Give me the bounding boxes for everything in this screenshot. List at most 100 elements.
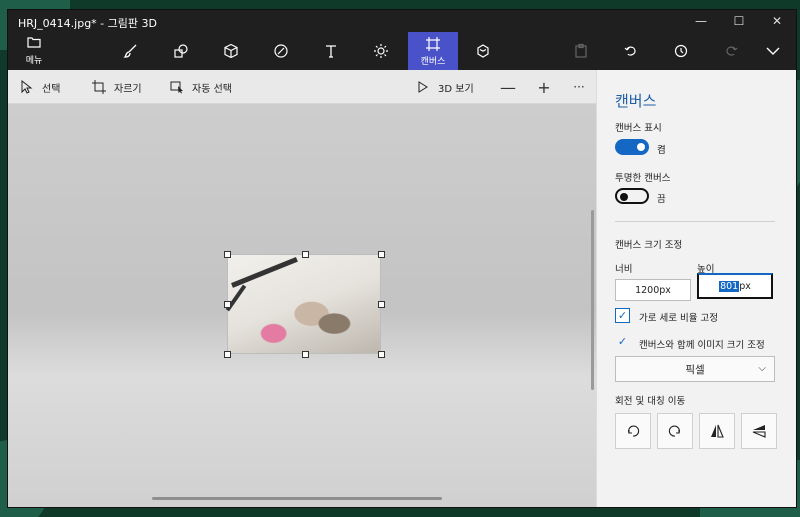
lock-aspect-checkbox[interactable]: ✓	[615, 308, 630, 323]
transparent-canvas-toggle[interactable]	[615, 188, 649, 204]
tool-effects[interactable]	[356, 32, 406, 70]
transparent-canvas-label: 투명한 캔버스	[615, 173, 671, 184]
zoom-in-button[interactable]: +	[530, 70, 558, 104]
window-controls: — ☐ ✕	[682, 10, 796, 32]
select-tool[interactable]: 선택	[20, 70, 60, 104]
resize-handle-w[interactable]	[224, 301, 231, 308]
chevron-down-icon: ⌵	[758, 363, 766, 374]
tool-3d-shapes[interactable]	[206, 32, 256, 70]
resize-handle-nw[interactable]	[224, 251, 231, 258]
toggle-knob	[620, 193, 628, 201]
view-3d-toggle[interactable]: 3D 보기	[416, 70, 474, 104]
tool-canvas[interactable]: 캔버스	[408, 32, 458, 70]
width-value: 1200	[635, 284, 660, 296]
history-icon	[674, 44, 688, 58]
resize-handle-se[interactable]	[378, 351, 385, 358]
redo-icon	[726, 46, 738, 56]
height-input[interactable]: 801 px	[697, 273, 773, 299]
resize-handle-ne[interactable]	[378, 251, 385, 258]
rotate-flip-label: 회전 및 대칭 이동	[615, 396, 686, 407]
height-value: 801	[719, 280, 740, 292]
horizontal-scrollbar[interactable]	[152, 497, 442, 500]
vertical-scrollbar[interactable]	[591, 210, 594, 390]
crop-label: 자르기	[114, 83, 142, 95]
3d-library-icon	[477, 44, 489, 58]
expand-toolbar-button[interactable]	[748, 32, 798, 70]
canvas-icon	[426, 36, 440, 51]
effects-sun-icon	[374, 44, 388, 58]
show-canvas-state: 켬	[657, 145, 666, 156]
folder-icon	[27, 37, 41, 48]
rotate-right-button[interactable]	[657, 413, 693, 449]
height-unit: px	[739, 280, 751, 292]
rotate-left-icon	[628, 425, 640, 437]
resize-image-label: 캔버스와 함께 이미지 크기 조정	[639, 340, 765, 351]
zoom-out-button[interactable]: —	[494, 70, 522, 104]
show-canvas-label: 캔버스 표시	[615, 123, 662, 134]
view-3d-label: 3D 보기	[438, 83, 474, 95]
flip-vertical-button[interactable]	[741, 413, 777, 449]
show-canvas-toggle[interactable]	[615, 139, 649, 155]
unit-select-value: 픽셀	[685, 363, 705, 376]
flip-vertical-icon	[752, 425, 766, 438]
resize-handle-s[interactable]	[302, 351, 309, 358]
resize-handle-sw[interactable]	[224, 351, 231, 358]
tool-canvas-label: 캔버스	[420, 56, 446, 67]
canvas-subbar: 선택 자르기 자동 선택 3D 보기 — + ···	[8, 70, 596, 104]
minimize-button[interactable]: —	[682, 10, 720, 32]
resize-canvas-label: 캔버스 크기 조정	[615, 240, 683, 251]
tool-2d-shapes[interactable]	[156, 32, 206, 70]
width-unit: px	[659, 284, 671, 296]
canvas-side-panel: 캔버스 캔버스 표시 켬 투명한 캔버스 끔 캔버스 크기 조정 너비 높이 1…	[596, 70, 796, 507]
magic-select-tool[interactable]: 자동 선택	[170, 70, 232, 104]
toggle-knob	[637, 143, 645, 151]
cursor-icon	[21, 80, 33, 94]
tool-text[interactable]	[306, 32, 356, 70]
3d-cube-icon	[224, 43, 238, 59]
tool-3d-library[interactable]	[458, 32, 508, 70]
tool-brushes[interactable]	[106, 32, 156, 70]
play-icon	[418, 81, 428, 93]
more-options-button[interactable]: ···	[565, 70, 593, 104]
transparent-canvas-state: 끔	[657, 194, 666, 205]
photo-children-on-bed	[225, 254, 381, 354]
crop-tool[interactable]: 자르기	[92, 70, 142, 104]
crop-icon	[92, 80, 106, 94]
lock-aspect-label: 가로 세로 비율 고정	[639, 313, 718, 324]
paint3d-window: HRJ_0414.jpg* - 그림판 3D — ☐ ✕ 메뉴 캔버스 선택 자…	[8, 10, 796, 507]
paste-button[interactable]	[556, 32, 606, 70]
panel-divider	[615, 221, 775, 222]
undo-button[interactable]	[606, 32, 656, 70]
window-title: HRJ_0414.jpg* - 그림판 3D	[18, 17, 157, 30]
unit-select[interactable]: 픽셀 ⌵	[615, 356, 775, 382]
maximize-button[interactable]: ☐	[720, 10, 758, 32]
rotate-left-button[interactable]	[615, 413, 651, 449]
width-input[interactable]: 1200 px	[615, 279, 691, 301]
menu-button[interactable]: 메뉴	[14, 36, 54, 66]
photo-lamp-arm	[231, 256, 298, 288]
canvas-stage[interactable]: 선택 자르기 자동 선택 3D 보기 — + ···	[8, 70, 596, 507]
magic-select-icon	[170, 81, 183, 94]
flip-horizontal-icon	[711, 424, 724, 438]
close-button[interactable]: ✕	[758, 10, 796, 32]
canvas-image[interactable]	[225, 254, 381, 354]
title-bar: HRJ_0414.jpg* - 그림판 3D — ☐ ✕	[8, 10, 796, 32]
paste-icon	[575, 43, 587, 58]
resize-handle-e[interactable]	[378, 301, 385, 308]
chevron-down-icon	[766, 47, 780, 55]
text-icon	[326, 45, 336, 58]
panel-title: 캔버스	[615, 92, 657, 110]
main-toolbar: 메뉴 캔버스	[8, 32, 796, 70]
resize-image-checkbox[interactable]: ✓	[615, 334, 630, 349]
select-label: 선택	[42, 83, 61, 95]
rotate-right-icon	[668, 425, 680, 437]
2d-shapes-icon	[174, 44, 188, 58]
sticker-icon	[274, 44, 288, 58]
magic-select-label: 자동 선택	[192, 83, 232, 95]
width-label: 너비	[615, 264, 633, 275]
resize-handle-n[interactable]	[302, 251, 309, 258]
flip-horizontal-button[interactable]	[699, 413, 735, 449]
history-button[interactable]	[656, 32, 706, 70]
tool-stickers[interactable]	[256, 32, 306, 70]
brush-icon	[123, 44, 137, 58]
